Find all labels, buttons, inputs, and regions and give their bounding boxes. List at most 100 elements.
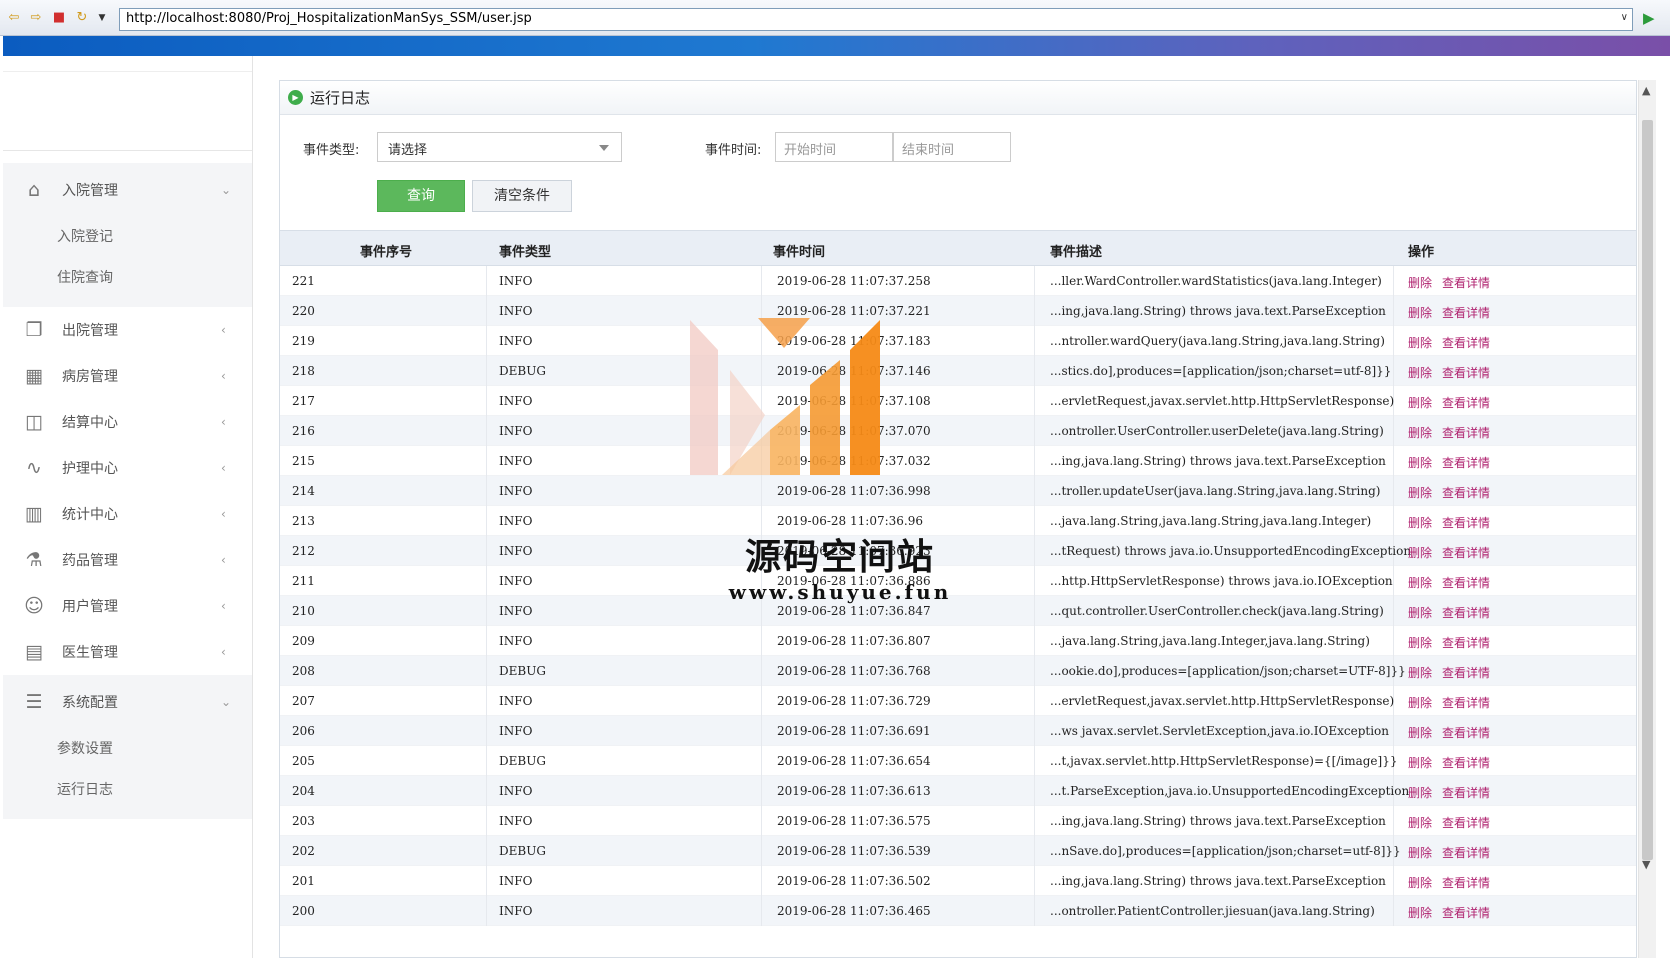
delete-link[interactable]: 删除 [1408,754,1432,771]
history-dropdown-icon[interactable]: ▼ [94,10,110,26]
chevron-left-icon: ‹ [221,599,226,613]
delete-link[interactable]: 删除 [1408,274,1432,291]
view-details-link[interactable]: 查看详情 [1442,664,1490,681]
go-icon[interactable]: ▶ [1643,9,1655,27]
stop-icon[interactable]: ■ [51,10,67,26]
delete-link[interactable]: 删除 [1408,874,1432,891]
address-bar[interactable]: http://localhost:8080/Proj_Hospitalizati… [119,8,1633,31]
view-details-link[interactable]: 查看详情 [1442,574,1490,591]
sidebar-menu-item[interactable]: ☰ 系统配置 ⌄ [3,675,252,729]
sidebar-menu-label: 统计中心 [62,507,118,523]
end-time-input[interactable]: 结束时间 [893,132,1011,162]
view-details-link[interactable]: 查看详情 [1442,814,1490,831]
delete-link[interactable]: 删除 [1408,334,1432,351]
refresh-icon[interactable]: ↻ [74,10,90,26]
cell-desc: ...ontroller.UserController.userDelete(j… [1050,424,1384,438]
delete-link[interactable]: 删除 [1408,724,1432,741]
page-scrollbar[interactable]: ▲ ▼ [1638,80,1656,958]
start-time-input[interactable]: 开始时间 [775,132,893,162]
forward-icon[interactable]: ⇨ [28,10,44,26]
sidebar-menu-item[interactable]: ⌂ 入院管理 ⌄ [3,163,252,217]
col-header-time[interactable]: 事件时间 [773,241,825,260]
delete-link[interactable]: 删除 [1408,634,1432,651]
sidebar-menu-item[interactable]: ❐ 出院管理 ‹ [3,307,252,353]
sidebar-menu-item[interactable]: ▦ 病房管理 ‹ [3,353,252,399]
cell-id: 211 [292,574,315,588]
delete-link[interactable]: 删除 [1408,304,1432,321]
column-divider [1034,836,1035,866]
view-details-link[interactable]: 查看详情 [1442,394,1490,411]
col-header-type[interactable]: 事件类型 [499,241,551,260]
table-row: 203 INFO 2019-06-28 11:07:36.575 ...ing,jav… [280,806,1636,836]
col-header-desc[interactable]: 事件描述 [1050,241,1102,260]
delete-link[interactable]: 删除 [1408,604,1432,621]
sidebar-menu-item[interactable]: ▤ 医生管理 ‹ [3,629,252,675]
delete-link[interactable]: 删除 [1408,664,1432,681]
view-details-link[interactable]: 查看详情 [1442,334,1490,351]
view-details-link[interactable]: 查看详情 [1442,784,1490,801]
view-details-link[interactable]: 查看详情 [1442,874,1490,891]
sidebar-menu-item[interactable]: ◫ 结算中心 ‹ [3,399,252,445]
address-dropdown-icon[interactable]: ∨ [1621,12,1628,23]
delete-link[interactable]: 删除 [1408,814,1432,831]
sidebar-menu-item[interactable]: ∿ 护理中心 ‹ [3,445,252,491]
delete-link[interactable]: 删除 [1408,844,1432,861]
view-details-link[interactable]: 查看详情 [1442,424,1490,441]
cell-time: 2019-06-28 11:07:36.539 [777,844,931,858]
view-details-link[interactable]: 查看详情 [1442,634,1490,651]
scroll-thumb[interactable] [1642,120,1653,860]
view-details-link[interactable]: 查看详情 [1442,514,1490,531]
view-details-link[interactable]: 查看详情 [1442,274,1490,291]
delete-link[interactable]: 删除 [1408,424,1432,441]
view-details-link[interactable]: 查看详情 [1442,364,1490,381]
delete-link[interactable]: 删除 [1408,484,1432,501]
flask-icon: ⚗ [25,549,43,571]
sidebar-subitem[interactable]: 入院登记 [3,217,252,258]
cell-time: 2019-06-28 11:07:37.032 [777,454,931,468]
sidebar-menu-item[interactable]: ☺ 用户管理 ‹ [3,583,252,629]
sidebar-subitem[interactable]: 参数设置 [3,729,252,770]
sidebar-menu-item[interactable]: ▥ 统计中心 ‹ [3,491,252,537]
cell-type: INFO [499,334,533,348]
column-divider [486,596,487,626]
delete-link[interactable]: 删除 [1408,574,1432,591]
view-details-link[interactable]: 查看详情 [1442,754,1490,771]
back-icon[interactable]: ⇦ [6,10,22,26]
view-details-link[interactable]: 查看详情 [1442,904,1490,921]
cell-type: INFO [499,424,533,438]
delete-link[interactable]: 删除 [1408,514,1432,531]
view-details-link[interactable]: 查看详情 [1442,484,1490,501]
scroll-down-icon[interactable]: ▼ [1642,858,1650,871]
scroll-up-icon[interactable]: ▲ [1642,84,1650,97]
sidebar-subitem[interactable]: 住院查询 [3,258,252,299]
view-details-link[interactable]: 查看详情 [1442,844,1490,861]
col-header-id[interactable]: 事件序号 [360,241,412,260]
table-row: 207 INFO 2019-06-28 11:07:36.729 ...ervletR… [280,686,1636,716]
building-icon: ▦ [25,365,43,387]
query-button[interactable]: 查询 [377,180,465,212]
delete-link[interactable]: 删除 [1408,544,1432,561]
column-divider [761,446,762,476]
event-type-select[interactable]: 请选择 [377,132,622,162]
delete-link[interactable]: 删除 [1408,694,1432,711]
cell-desc: ...qut.controller.UserController.check(j… [1050,604,1384,618]
column-divider [761,506,762,536]
view-details-link[interactable]: 查看详情 [1442,454,1490,471]
sidebar-menu-item[interactable]: ⚗ 药品管理 ‹ [3,537,252,583]
sidebar-group: ⚗ 药品管理 ‹ [3,537,252,583]
delete-link[interactable]: 删除 [1408,784,1432,801]
view-details-link[interactable]: 查看详情 [1442,604,1490,621]
view-details-link[interactable]: 查看详情 [1442,724,1490,741]
delete-link[interactable]: 删除 [1408,364,1432,381]
delete-link[interactable]: 删除 [1408,454,1432,471]
clear-button[interactable]: 清空条件 [472,180,572,212]
delete-link[interactable]: 删除 [1408,394,1432,411]
delete-link[interactable]: 删除 [1408,904,1432,921]
view-details-link[interactable]: 查看详情 [1442,544,1490,561]
column-divider [761,896,762,926]
view-details-link[interactable]: 查看详情 [1442,304,1490,321]
sidebar-subitem[interactable]: 运行日志 [3,770,252,811]
cell-time: 2019-06-28 11:07:36.96 [777,514,923,528]
column-divider [1034,716,1035,746]
view-details-link[interactable]: 查看详情 [1442,694,1490,711]
